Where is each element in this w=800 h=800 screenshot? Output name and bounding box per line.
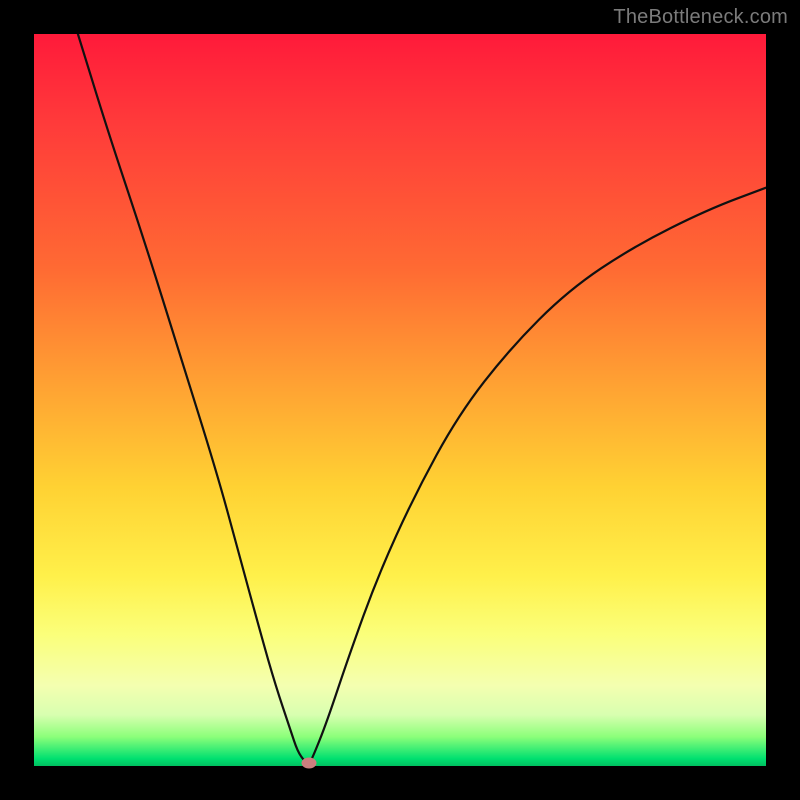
curve-path (78, 34, 766, 764)
bottleneck-curve (34, 34, 766, 766)
watermark-label: TheBottleneck.com (613, 6, 788, 29)
optimal-point-marker (301, 758, 316, 769)
chart-frame: TheBottleneck.com (0, 0, 800, 800)
plot-area (34, 34, 766, 766)
